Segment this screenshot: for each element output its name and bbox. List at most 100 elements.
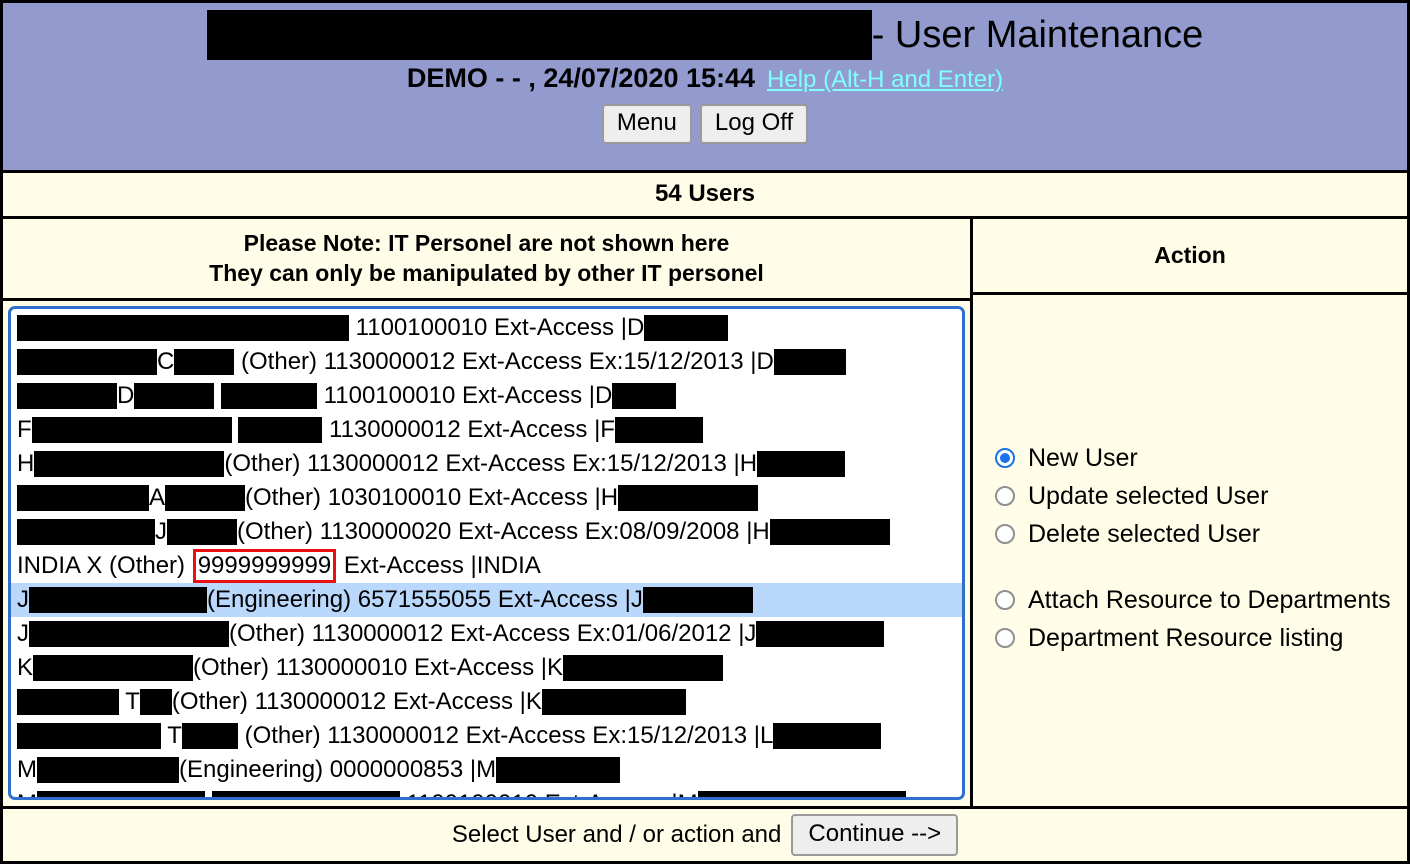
user-list-row[interactable]: J (Other) 1130000012 Ext-Access Ex:01/06/… [11, 617, 962, 651]
radio-button-icon[interactable] [995, 447, 1015, 468]
action-radio-delete-selected-user[interactable]: Delete selected User [995, 515, 1407, 553]
user-list-row[interactable]: H (Other) 1130000012 Ext-Access Ex:15/12/… [11, 447, 962, 481]
radio-button-icon[interactable] [995, 523, 1015, 544]
user-row-text: A [149, 484, 166, 511]
user-row-text: (Engineering) 0000000853 |M [179, 756, 497, 783]
redacted-text-block [167, 519, 237, 545]
redacted-text-block [139, 689, 172, 715]
user-row-text: T [119, 688, 140, 715]
menu-button[interactable]: Menu [601, 104, 692, 144]
action-radio-group[interactable]: New User Update selected User Delete selec… [973, 295, 1407, 806]
header-button-row: Menu Log Off [3, 104, 1407, 144]
user-row-text: H [17, 450, 35, 477]
user-row-text: (Other) 1130000010 Ext-Access |K [193, 654, 563, 681]
user-row-text: (Other) 1030100010 Ext-Access |H [245, 484, 619, 511]
user-list-column: Please Note: IT Personel are not shown h… [3, 219, 973, 806]
note-line-1: Please Note: IT Personel are not shown h… [243, 230, 730, 256]
redacted-text-block [757, 451, 846, 477]
redacted-company-name [206, 10, 872, 60]
redacted-text-block [644, 315, 729, 341]
annotated-phone-number: 9999999999 [192, 549, 337, 583]
redacted-text-block [614, 417, 703, 443]
redacted-text-block [612, 383, 677, 409]
user-row-text: T [161, 722, 182, 749]
redacted-text-block [33, 655, 194, 681]
footer-hint: Select User and / or action and [451, 821, 782, 848]
user-row-text: (Other) 1130000012 Ext-Access Ex:15/12/2… [234, 348, 774, 375]
user-list-row[interactable]: F 1130000012 Ext-Access |F [11, 413, 962, 447]
redacted-text-block [496, 757, 621, 783]
user-listbox[interactable]: 1100100010 Ext-Access |D C (Other) 113000… [8, 306, 965, 800]
action-radio-label: Update selected User [1028, 481, 1269, 510]
radio-button-icon[interactable] [995, 485, 1015, 506]
redacted-text-block [618, 485, 759, 511]
action-radio-label: Department Resource listing [1028, 623, 1344, 652]
user-row-text: (Other) 1130000012 Ext-Access Ex:15/12/2… [237, 722, 774, 749]
redacted-text-block [34, 451, 225, 477]
user-row-text: 1100100010 Ext-Access |D [349, 314, 645, 341]
page-footer: Select User and / or action and Continue… [3, 809, 1407, 861]
user-row-text [232, 413, 239, 447]
redacted-text-block [165, 485, 246, 511]
redacted-text-block [37, 757, 179, 783]
user-row-text: M [17, 756, 37, 783]
main-content: Please Note: IT Personel are not shown h… [3, 219, 1407, 809]
redacted-text-block [29, 621, 229, 647]
action-radio-department-resource-listing[interactable]: Department Resource listing [995, 619, 1407, 657]
user-row-text: 1130000012 Ext-Access |F [322, 416, 615, 443]
user-row-text: D [117, 382, 135, 409]
redacted-text-block [697, 791, 906, 797]
action-column: Action New User Update selected User Delet… [973, 219, 1407, 806]
redacted-text-block [17, 723, 161, 749]
user-list-row[interactable]: C (Other) 1130000012 Ext-Access Ex:15/12… [11, 345, 962, 379]
redacted-text-block [17, 485, 149, 511]
session-demo-text: DEMO - - , 24/07/2020 15:44 [406, 63, 756, 93]
user-row-text: (Other) 1130000012 Ext-Access Ex:15/12/2… [224, 450, 758, 477]
continue-button[interactable]: Continue --> [791, 814, 959, 856]
redacted-text-block [17, 349, 157, 375]
user-row-text: (Other) 1130000012 Ext-Access |K [171, 688, 542, 715]
action-radio-label: Attach Resource to Departments [1028, 585, 1391, 614]
user-row-text: INDIA X (Other) [17, 552, 192, 579]
user-list-row[interactable]: 1100100010 Ext-Access |D [11, 311, 962, 345]
user-row-text: K [17, 654, 34, 681]
it-personnel-note: Please Note: IT Personel are not shown h… [3, 219, 970, 301]
radio-button-icon[interactable] [995, 627, 1015, 648]
action-radio-attach-resource-to-departments[interactable]: Attach Resource to Departments [995, 581, 1407, 619]
redacted-text-block [17, 519, 155, 545]
redacted-text-block [17, 315, 349, 341]
user-list-row[interactable]: INDIA X (Other) 9999999999 Ext-Access |I… [11, 549, 962, 583]
user-count-bar: 54 Users [3, 173, 1407, 219]
action-radio-new-user[interactable]: New User [995, 439, 1407, 477]
user-row-text: 1100100010 Ext-Access |D [317, 382, 613, 409]
redacted-text-block [221, 383, 318, 409]
user-row-text: J [17, 586, 29, 613]
user-list-row[interactable]: A (Other) 1030100010 Ext-Access |H [11, 481, 962, 515]
redacted-text-block [563, 655, 723, 681]
user-row-text: Ext-Access |INDIA [337, 552, 541, 579]
user-list-row[interactable]: T (Other) 1130000012 Ext-Access Ex:15/12… [11, 719, 962, 753]
action-radio-label: New User [1028, 443, 1138, 472]
user-row-text: M [17, 787, 37, 797]
user-row-text: (Other) 1130000020 Ext-Access Ex:08/09/2… [237, 518, 770, 545]
logoff-button[interactable]: Log Off [699, 104, 809, 144]
user-list-row[interactable]: M 1100100010 Ext-Access |M [11, 787, 962, 797]
session-info-line: DEMO - - , 24/07/2020 15:44 Help (Alt-H a… [3, 61, 1407, 97]
user-row-text: F [17, 416, 32, 443]
radio-button-icon[interactable] [995, 589, 1015, 610]
redacted-text-block [773, 349, 846, 375]
redacted-text-block [238, 417, 323, 443]
user-list-row[interactable]: J (Engineering) 6571555055 Ext-Access |J [11, 583, 962, 617]
help-link[interactable]: Help (Alt-H and Enter) [767, 66, 1003, 93]
redacted-text-block [756, 621, 885, 647]
user-list-row[interactable]: J (Other) 1130000020 Ext-Access Ex:08/09/… [11, 515, 962, 549]
user-list-row[interactable]: K (Other) 1130000010 Ext-Access |K [11, 651, 962, 685]
redacted-text-block [37, 791, 205, 797]
user-row-text: (Other) 1130000012 Ext-Access Ex:01/06/2… [229, 620, 757, 647]
user-row-text: (Engineering) 6571555055 Ext-Access |J [207, 586, 643, 613]
user-list-row[interactable]: D 1100100010 Ext-Access |D [11, 379, 962, 413]
note-line-2: They can only be manipulated by other IT… [209, 260, 764, 286]
user-list-row[interactable]: M (Engineering) 0000000853 |M [11, 753, 962, 787]
user-list-row[interactable]: T (Other) 1130000012 Ext-Access |K [11, 685, 962, 719]
action-radio-update-selected-user[interactable]: Update selected User [995, 477, 1407, 515]
